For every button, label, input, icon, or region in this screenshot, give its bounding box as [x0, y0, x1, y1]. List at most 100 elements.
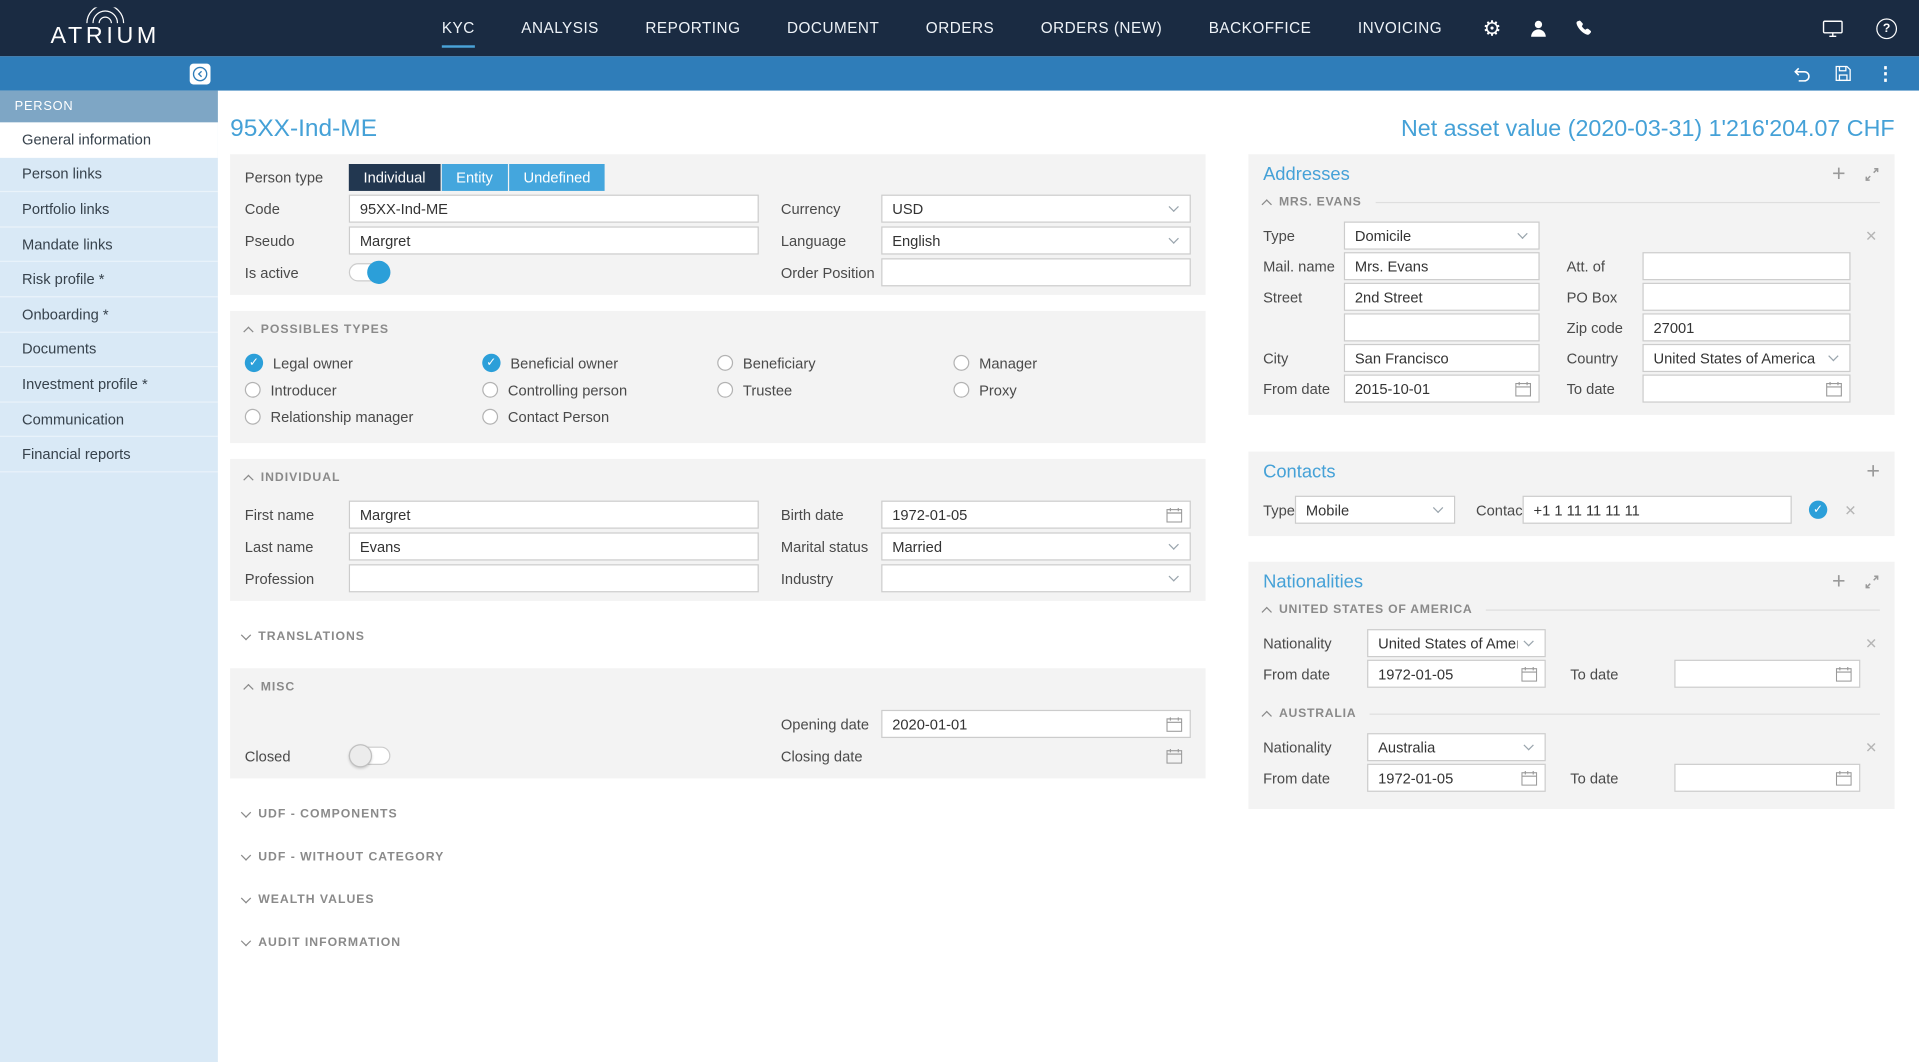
address-from-date-input[interactable]: 2015-10-01	[1344, 375, 1540, 403]
nav-item-orders[interactable]: ORDERS	[903, 0, 1018, 56]
closed-toggle[interactable]	[349, 747, 391, 765]
possible-type-trustee[interactable]: Trustee	[717, 379, 953, 400]
street2-input[interactable]	[1344, 313, 1540, 341]
help-icon[interactable]: ?	[1876, 18, 1897, 39]
monitor-icon[interactable]	[1822, 19, 1843, 37]
delete-contact-button[interactable]: ✕	[1844, 501, 1856, 518]
address-to-date-input[interactable]	[1642, 375, 1850, 403]
person-icon[interactable]	[1529, 19, 1546, 37]
sidebar-item-portfolio-links[interactable]: Portfolio links	[0, 192, 218, 227]
gear-icon[interactable]: ⚙	[1483, 18, 1502, 39]
nationality-from-date-input[interactable]: 1972-01-05	[1367, 764, 1546, 792]
city-input[interactable]	[1344, 344, 1540, 372]
nationality-entry-header[interactable]: AUSTRALIA	[1263, 707, 1880, 720]
po-box-input[interactable]	[1642, 283, 1850, 311]
to-date-label: To date	[1567, 380, 1643, 397]
marital-status-select[interactable]: Married	[881, 532, 1191, 560]
collapse-sidebar-button[interactable]	[190, 63, 211, 84]
section-translations[interactable]: TRANSLATIONS	[242, 630, 1205, 643]
section-individual[interactable]: INDIVIDUAL	[245, 471, 1191, 484]
person-type-entity-button[interactable]: Entity	[441, 163, 507, 190]
delete-nationality-button[interactable]: ✕	[1865, 739, 1877, 756]
nav-item-analysis[interactable]: ANALYSIS	[498, 0, 622, 56]
section-misc[interactable]: MISC	[245, 680, 1191, 693]
order-position-input[interactable]	[881, 258, 1191, 286]
address-type-select[interactable]: Domicile	[1344, 222, 1540, 250]
section-udf-components[interactable]: UDF - COMPONENTS	[242, 808, 1205, 821]
sidebar-item-mandate-links[interactable]: Mandate links	[0, 227, 218, 262]
calendar-icon	[1521, 770, 1537, 785]
phone-icon[interactable]	[1575, 19, 1593, 37]
language-select[interactable]: English	[881, 226, 1191, 254]
section-udf-without-category[interactable]: UDF - WITHOUT CATEGORY	[242, 851, 1205, 864]
nav-item-backoffice[interactable]: BACKOFFICE	[1185, 0, 1334, 56]
contact-input[interactable]	[1523, 496, 1792, 524]
last-name-input[interactable]	[349, 532, 759, 560]
expand-addresses-button[interactable]	[1864, 166, 1880, 182]
section-possibles-types[interactable]: POSSIBLES TYPES	[245, 323, 1191, 336]
possible-type-contact-person[interactable]: Contact Person	[482, 406, 717, 427]
nav-item-reporting[interactable]: REPORTING	[622, 0, 764, 56]
person-type-individual-button[interactable]: Individual	[349, 163, 440, 190]
expand-nationalities-button[interactable]	[1864, 574, 1880, 590]
birth-date-input[interactable]: 1972-01-05	[881, 501, 1191, 529]
add-address-button[interactable]: +	[1832, 166, 1846, 182]
nationality-entry-header[interactable]: UNITED STATES OF AMERICA	[1263, 603, 1880, 616]
contact-type-select[interactable]: Mobile	[1295, 496, 1455, 524]
industry-select[interactable]	[881, 564, 1191, 592]
sidebar-item-onboarding[interactable]: Onboarding *	[0, 297, 218, 332]
sidebar-item-financial-reports[interactable]: Financial reports	[0, 437, 218, 472]
att-of-input[interactable]	[1642, 252, 1850, 280]
section-audit-information[interactable]: AUDIT INFORMATION	[242, 936, 1205, 949]
sidebar-item-communication[interactable]: Communication	[0, 402, 218, 437]
contact-valid-check-icon[interactable]: ✓	[1809, 501, 1827, 519]
possible-type-beneficiary[interactable]: Beneficiary	[717, 352, 953, 373]
code-input[interactable]	[349, 195, 759, 223]
zip-code-input[interactable]	[1642, 313, 1850, 341]
add-nationality-button[interactable]: +	[1832, 574, 1846, 590]
add-contact-button[interactable]: +	[1866, 464, 1880, 480]
chevron-down-icon	[241, 936, 251, 946]
nav-item-kyc[interactable]: KYC	[419, 0, 498, 56]
sidebar-item-documents[interactable]: Documents	[0, 332, 218, 367]
street-input[interactable]	[1344, 283, 1540, 311]
chevron-left-circle-icon	[192, 65, 208, 81]
person-type-undefined-button[interactable]: Undefined	[509, 163, 605, 190]
possible-type-beneficial-owner[interactable]: ✓ Beneficial owner	[482, 352, 717, 373]
sidebar-item-general-information[interactable]: General information	[0, 122, 218, 157]
possible-type-legal-owner[interactable]: ✓ Legal owner	[245, 352, 482, 373]
possible-type-relationship-manager[interactable]: Relationship manager	[245, 406, 482, 427]
sidebar-item-investment-profile[interactable]: Investment profile *	[0, 367, 218, 402]
pseudo-input[interactable]	[349, 226, 759, 254]
nationality-from-date-input[interactable]: 1972-01-05	[1367, 660, 1546, 688]
delete-nationality-button[interactable]: ✕	[1865, 635, 1877, 652]
first-name-input[interactable]	[349, 501, 759, 529]
kebab-menu-icon[interactable]: ⋮	[1876, 64, 1894, 82]
nationality-select[interactable]: United States of America	[1367, 629, 1546, 657]
section-wealth-values[interactable]: WEALTH VALUES	[242, 893, 1205, 906]
is-active-toggle[interactable]	[349, 263, 391, 281]
nav-item-document[interactable]: DOCUMENT	[764, 0, 903, 56]
possible-type-introducer[interactable]: Introducer	[245, 379, 482, 400]
app-logo[interactable]: ATRIUM	[37, 7, 174, 50]
nav-item-invoicing[interactable]: INVOICING	[1335, 0, 1466, 56]
option-label: Introducer	[270, 381, 336, 398]
save-icon[interactable]	[1835, 65, 1852, 82]
nav-item-orders-new[interactable]: ORDERS (NEW)	[1017, 0, 1185, 56]
possible-type-proxy[interactable]: Proxy	[953, 379, 1190, 400]
opening-date-input[interactable]: 2020-01-01	[881, 710, 1191, 738]
delete-address-button[interactable]: ✕	[1865, 227, 1877, 244]
sidebar-item-risk-profile[interactable]: Risk profile *	[0, 262, 218, 297]
nationality-to-date-input[interactable]	[1674, 660, 1860, 688]
possible-type-controlling-person[interactable]: Controlling person	[482, 379, 717, 400]
nationality-to-date-input[interactable]	[1674, 764, 1860, 792]
country-select[interactable]: United States of America	[1642, 344, 1850, 372]
sidebar-item-person-links[interactable]: Person links	[0, 157, 218, 192]
mail-name-input[interactable]	[1344, 252, 1540, 280]
profession-input[interactable]	[349, 564, 759, 592]
address-entry-header[interactable]: MRS. EVANS	[1263, 196, 1880, 209]
currency-select[interactable]: USD	[881, 195, 1191, 223]
possible-type-manager[interactable]: Manager	[953, 352, 1190, 373]
nationality-select[interactable]: Australia	[1367, 733, 1546, 761]
undo-icon[interactable]	[1792, 65, 1810, 81]
